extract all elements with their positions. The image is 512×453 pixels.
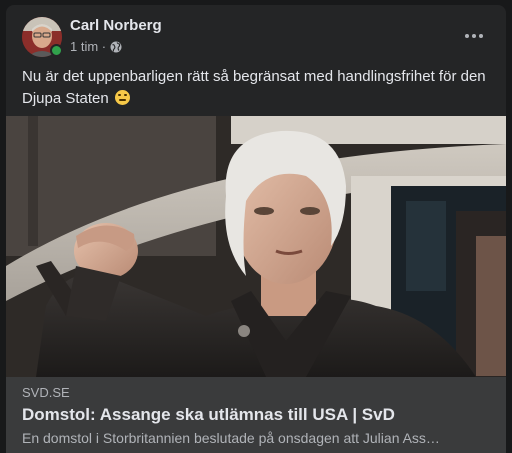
post-timestamp[interactable]: 1 tim · [70,39,106,54]
post-meta: 1 tim · [70,39,122,54]
link-preview-footer[interactable]: SVD.SE Domstol: Assange ska utlämnas til… [6,377,506,453]
link-domain: SVD.SE [22,385,70,400]
link-description: En domstol i Storbritannien beslutade på… [22,430,440,446]
post-card: Carl Norberg 1 tim · Nu är det uppenbarl… [6,5,506,453]
link-preview-image[interactable] [6,116,506,377]
globe-icon[interactable] [110,41,122,53]
post-header: Carl Norberg 1 tim · [6,5,506,63]
smirking-face-emoji [114,90,130,105]
post-text-content: Nu är det uppenbarligen rätt så begränsa… [22,68,486,107]
link-title[interactable]: Domstol: Assange ska utlämnas till USA |… [22,405,395,425]
author-name[interactable]: Carl Norberg [70,17,162,34]
more-options-icon[interactable] [456,22,492,50]
author-avatar[interactable] [22,17,63,57]
online-status-dot [50,44,63,57]
post-text: Nu är det uppenbarligen rätt så begränsa… [22,66,492,110]
